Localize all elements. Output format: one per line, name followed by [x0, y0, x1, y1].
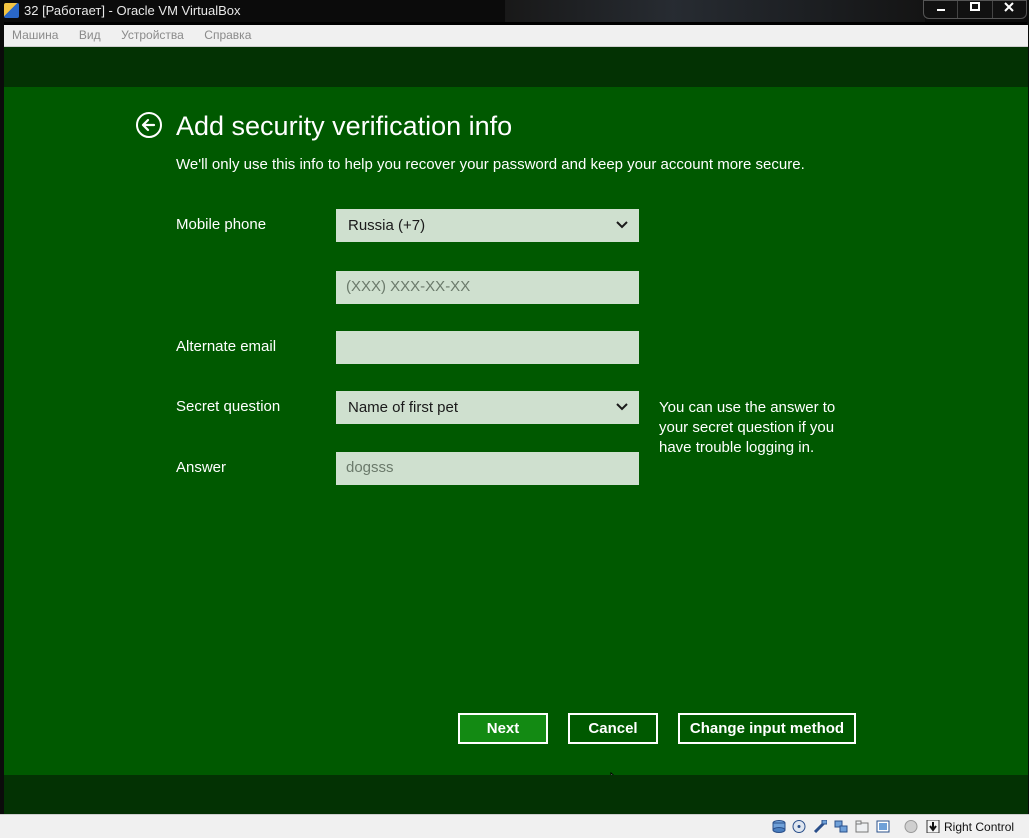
chevron-down-icon [616, 221, 628, 229]
secret-question-help-text: You can use the answer to your secret qu… [659, 399, 836, 456]
back-arrow-icon [141, 118, 156, 132]
host-key-label: Right Control [944, 820, 1015, 834]
virtualbox-app-icon [4, 3, 19, 18]
page-title: Add security verification info [176, 111, 513, 141]
secret-question-value: Name of first pet [348, 399, 459, 416]
answer-value: dogsss [346, 459, 394, 476]
phone-number-input[interactable]: (XXX) XXX-XX-XX [336, 271, 639, 304]
secret-question-label: Secret question [176, 398, 281, 415]
page-subtitle: We'll only use this info to help you rec… [176, 156, 805, 173]
background-window-blur [505, 0, 925, 22]
next-button[interactable]: Next [458, 713, 548, 744]
phone-number-placeholder: (XXX) XXX-XX-XX [346, 278, 471, 295]
usb-icon[interactable] [813, 820, 827, 833]
close-button[interactable] [991, 1, 1026, 18]
country-code-select[interactable]: Russia (+7) [336, 209, 639, 242]
window-controls [923, 0, 1027, 19]
maximize-button[interactable] [957, 1, 991, 18]
window-titlebar: 32 [Работает] - Oracle VM VirtualBox [0, 0, 1029, 22]
mobile-phone-label: Mobile phone [176, 216, 267, 233]
maximize-icon [969, 2, 980, 11]
status-bar: Right Control [0, 814, 1029, 838]
optical-drive-icon[interactable] [792, 820, 806, 833]
recording-icon[interactable] [904, 820, 918, 833]
hard-disk-icon[interactable] [772, 820, 786, 833]
alternate-email-label: Alternate email [176, 338, 277, 355]
network-icon[interactable] [834, 820, 848, 833]
back-button[interactable] [136, 112, 162, 138]
guest-top-band [4, 47, 1028, 87]
display-icon[interactable] [876, 820, 890, 833]
minimize-icon [936, 9, 945, 11]
country-code-value: Russia (+7) [348, 217, 426, 234]
menu-machine[interactable]: Машина [4, 25, 66, 42]
close-icon [1004, 2, 1015, 12]
guest-screen: Add security verification info We'll onl… [4, 47, 1028, 814]
menu-devices[interactable]: Устройства [113, 25, 192, 42]
guest-bottom-band [4, 775, 1028, 814]
shared-folders-icon[interactable] [855, 820, 869, 833]
cancel-button[interactable]: Cancel [568, 713, 658, 744]
menu-bar: Машина Вид Устройства Справка [4, 25, 1028, 47]
answer-label: Answer [176, 459, 227, 476]
window-title: 32 [Работает] - Oracle VM VirtualBox [24, 3, 241, 18]
answer-input[interactable]: dogsss [336, 452, 639, 485]
alternate-email-input[interactable] [336, 331, 639, 364]
minimize-button[interactable] [924, 1, 957, 18]
secret-question-select[interactable]: Name of first pet [336, 391, 639, 424]
change-input-method-button[interactable]: Change input method [678, 713, 856, 744]
chevron-down-icon [616, 403, 628, 411]
menu-view[interactable]: Вид [71, 25, 109, 42]
menu-help[interactable]: Справка [196, 25, 259, 42]
mouse-integration-icon[interactable] [926, 820, 940, 833]
